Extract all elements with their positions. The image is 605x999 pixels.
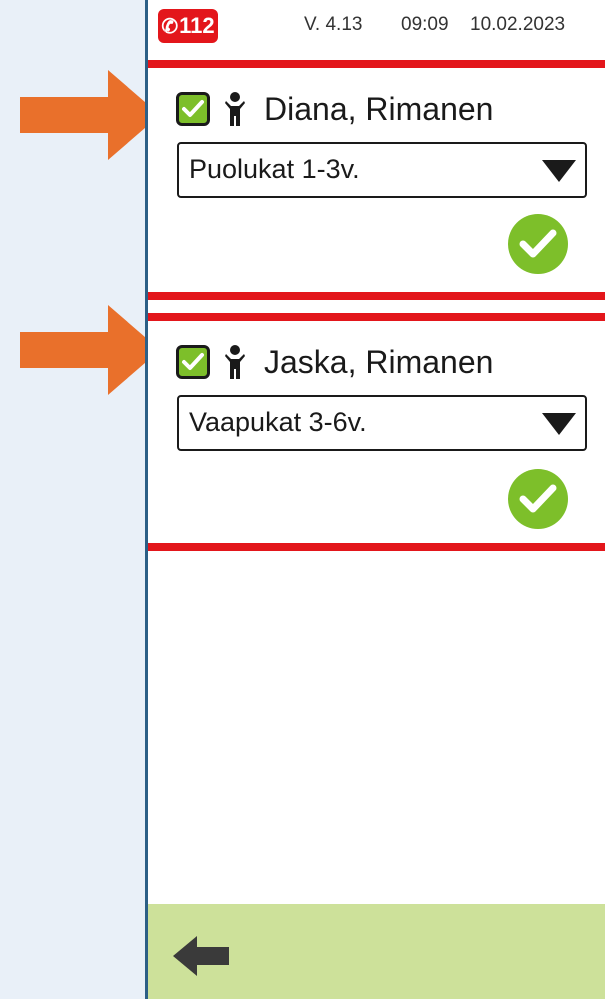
child-icon [225,92,245,126]
emergency-call-button[interactable]: ✆ 112 [158,9,218,43]
triangle-down-icon [542,413,576,435]
phone-screen: ✆ 112 V. 4.13 09:09 10.02.2023 Diana, Ri… [145,0,605,999]
group-select-value: Vaapukat 3-6v. [189,407,367,437]
status-bar: ✆ 112 V. 4.13 09:09 10.02.2023 [148,0,605,52]
arrow-left-icon [173,936,229,976]
child-name: Diana, Rimanen [264,90,494,127]
back-button[interactable] [172,934,230,978]
divider [148,313,605,321]
child-name-row: Diana, Rimanen [176,84,493,134]
child-icon [225,345,245,379]
footer-bar [148,904,605,999]
check-circle-icon [508,469,568,529]
child-card: Jaska, Rimanen Vaapukat 3-6v. [148,321,605,543]
current-date: 10.02.2023 [470,14,566,35]
divider [148,292,605,300]
divider [148,60,605,68]
checkmark-icon [182,353,204,370]
child-name: Jaska, Rimanen [264,343,494,380]
divider [148,543,605,551]
annotation-arrow-icon [20,70,160,160]
annotation-arrow-icon [20,305,160,395]
triangle-down-icon [542,160,576,182]
phone-icon: ✆ [161,15,179,38]
app-version: V. 4.13 [304,14,363,35]
check-circle-icon [508,214,568,274]
child-select-checkbox[interactable] [176,345,210,379]
group-select[interactable]: Puolukat 1-3v. [177,142,587,198]
checkmark-icon [519,229,557,258]
child-select-checkbox[interactable] [176,92,210,126]
clock-time: 09:09 [401,14,449,35]
emergency-number: 112 [179,13,215,38]
group-select-value: Puolukat 1-3v. [189,154,360,184]
group-select[interactable]: Vaapukat 3-6v. [177,395,587,451]
child-name-row: Jaska, Rimanen [176,337,493,387]
checkmark-icon [519,484,557,513]
child-card: Diana, Rimanen Puolukat 1-3v. [148,68,605,292]
checkmark-icon [182,100,204,117]
